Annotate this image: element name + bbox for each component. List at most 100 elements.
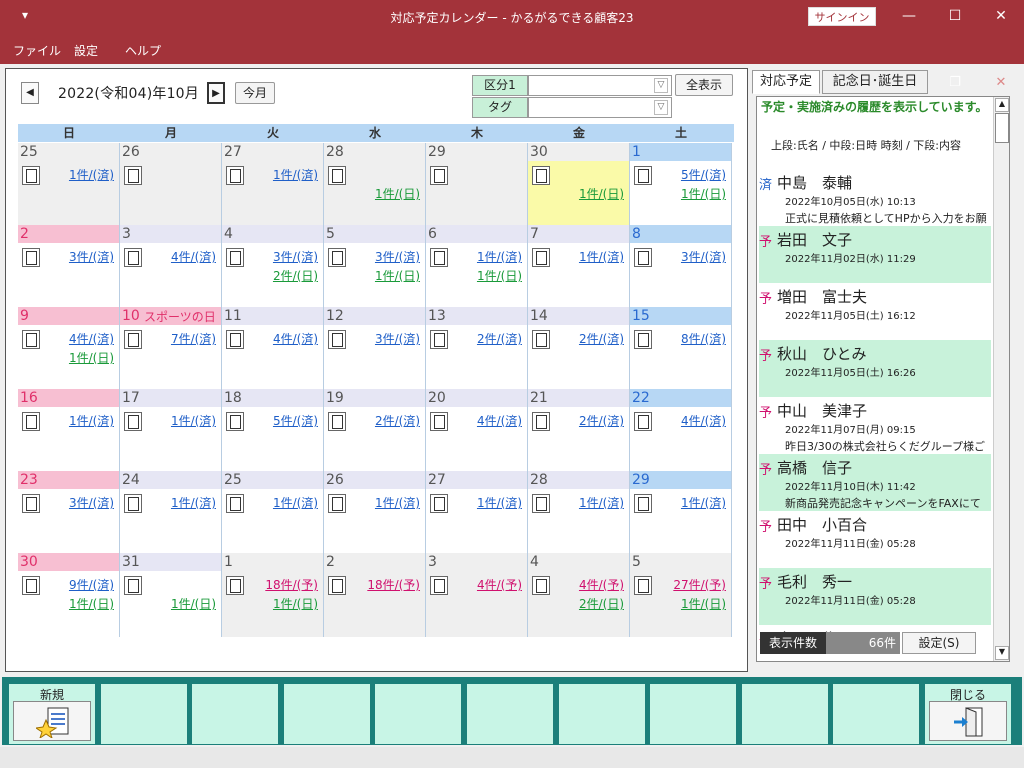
function-key-10[interactable] <box>833 684 920 744</box>
count-link[interactable]: 1件/(済) <box>477 248 522 265</box>
list-item[interactable]: 予田中 小百合 2022年11月11日(金) 05:28 <box>759 511 991 568</box>
list-item[interactable]: 予中山 美津子 2022年11月07日(月) 09:15 昨日3/30の株式会社らく… <box>759 397 991 454</box>
list-item[interactable]: 予秋山 ひとみ 2022年11月05日(土) 16:26 <box>759 340 991 397</box>
new-entry-icon[interactable] <box>124 494 142 513</box>
count-link[interactable]: 3件/(済) <box>273 248 318 265</box>
count-link[interactable]: 2件/(済) <box>375 412 420 429</box>
count-link[interactable]: 7件/(済) <box>171 330 216 347</box>
calendar-cell[interactable]: 29 1件/(済) <box>630 471 732 553</box>
anniversary-link[interactable]: 2件/(日) <box>579 595 624 612</box>
count-link[interactable]: 2件/(済) <box>579 330 624 347</box>
count-link[interactable]: 4件/(済) <box>681 412 726 429</box>
close-button[interactable]: 閉じる <box>925 684 1011 744</box>
count-link[interactable]: 1件/(済) <box>273 166 318 183</box>
count-link[interactable]: 4件/(予) <box>579 576 624 593</box>
new-entry-icon[interactable] <box>430 330 448 349</box>
calendar-cell[interactable]: 30 9件/(済) 1件/(日) <box>18 553 120 637</box>
list-item[interactable]: 予毛利 秀一 2022年11月11日(金) 05:28 <box>759 568 991 625</box>
signin-button[interactable]: サインイン <box>808 7 876 26</box>
function-key-2[interactable] <box>100 684 187 744</box>
tag-select[interactable]: ▽ <box>528 97 672 118</box>
new-entry-icon[interactable] <box>430 576 448 595</box>
function-key-6[interactable] <box>467 684 553 744</box>
new-entry-icon[interactable] <box>124 330 142 349</box>
calendar-cell[interactable]: 7 1件/(済) <box>528 225 630 307</box>
new-entry-icon[interactable] <box>124 166 142 185</box>
count-link[interactable]: 3件/(済) <box>681 248 726 265</box>
calendar-cell[interactable]: 10 スポーツの日 7件/(済) <box>120 307 222 389</box>
calendar-cell[interactable]: 13 2件/(済) <box>426 307 528 389</box>
count-link[interactable]: 1件/(済) <box>681 494 726 511</box>
calendar-cell[interactable]: 6 1件/(済) 1件/(日) <box>426 225 528 307</box>
calendar-cell[interactable]: 21 2件/(済) <box>528 389 630 471</box>
calendar-cell[interactable]: 4 3件/(済) 2件/(日) <box>222 225 324 307</box>
maximize-button[interactable]: ☐ <box>932 0 978 34</box>
count-link[interactable]: 4件/(済) <box>69 330 114 347</box>
count-link[interactable]: 1件/(済) <box>579 248 624 265</box>
list-item[interactable]: 予増田 富士夫 2022年11月05日(土) 16:12 <box>759 283 991 340</box>
calendar-cell[interactable]: 28 1件/(日) <box>324 143 426 225</box>
count-link[interactable]: 4件/(予) <box>477 576 522 593</box>
count-link[interactable]: 18件/(予) <box>367 576 420 593</box>
new-entry-icon[interactable] <box>226 330 244 349</box>
minimize-button[interactable]: — <box>886 0 932 34</box>
calendar-cell[interactable]: 15 8件/(済) <box>630 307 732 389</box>
calendar-cell[interactable]: 30 1件/(日) <box>528 143 630 225</box>
calendar-cell[interactable]: 20 4件/(済) <box>426 389 528 471</box>
tab-anniversary[interactable]: 記念日･誕生日 <box>822 70 928 94</box>
new-entry-icon[interactable] <box>22 330 40 349</box>
scroll-up-button[interactable]: ▲ <box>995 98 1009 112</box>
count-link[interactable]: 3件/(済) <box>69 248 114 265</box>
new-entry-icon[interactable] <box>22 576 40 595</box>
anniversary-link[interactable]: 1件/(日) <box>69 595 114 612</box>
new-entry-icon[interactable] <box>634 412 652 431</box>
new-entry-icon[interactable] <box>430 248 448 267</box>
settings-button[interactable]: 設定(S) <box>902 632 976 654</box>
new-entry-icon[interactable] <box>226 248 244 267</box>
count-link[interactable]: 4件/(済) <box>171 248 216 265</box>
count-link[interactable]: 2件/(済) <box>477 330 522 347</box>
anniversary-link[interactable]: 1件/(日) <box>681 595 726 612</box>
count-link[interactable]: 3件/(済) <box>375 248 420 265</box>
function-key-9[interactable] <box>741 684 828 744</box>
new-entry-icon[interactable] <box>532 248 550 267</box>
anniversary-link[interactable]: 1件/(日) <box>477 267 522 284</box>
count-link[interactable]: 1件/(済) <box>171 494 216 511</box>
menu-settings[interactable]: 設定 <box>74 42 98 59</box>
prev-month-button[interactable]: ◀ <box>21 82 39 104</box>
calendar-cell[interactable]: 16 1件/(済) <box>18 389 120 471</box>
calendar-cell[interactable]: 4 4件/(予) 2件/(日) <box>528 553 630 637</box>
function-key-8[interactable] <box>650 684 737 744</box>
new-entry-icon[interactable] <box>532 330 550 349</box>
count-link[interactable]: 1件/(済) <box>273 494 318 511</box>
calendar-cell[interactable]: 26 1件/(済) <box>324 471 426 553</box>
new-entry-icon[interactable] <box>328 330 346 349</box>
count-link[interactable]: 5件/(済) <box>681 166 726 183</box>
calendar-cell[interactable]: 28 1件/(済) <box>528 471 630 553</box>
new-entry-icon[interactable] <box>328 166 346 185</box>
count-link[interactable]: 1件/(済) <box>69 166 114 183</box>
new-entry-icon[interactable] <box>22 494 40 513</box>
list-item[interactable]: 済中島 泰輔 2022年10月05日(水) 10:13 正式に見積依頼としてHPから… <box>759 169 991 226</box>
new-entry-icon[interactable] <box>226 166 244 185</box>
calendar-cell[interactable]: 9 4件/(済) 1件/(日) <box>18 307 120 389</box>
calendar-cell[interactable]: 11 4件/(済) <box>222 307 324 389</box>
new-button[interactable]: 新規 <box>9 684 95 744</box>
calendar-cell[interactable]: 5 3件/(済) 1件/(日) <box>324 225 426 307</box>
new-entry-icon[interactable] <box>226 576 244 595</box>
anniversary-link[interactable]: 1件/(日) <box>681 185 726 202</box>
calendar-cell[interactable]: 27 1件/(済) <box>222 143 324 225</box>
new-entry-icon[interactable] <box>124 248 142 267</box>
new-entry-icon[interactable] <box>430 166 448 185</box>
count-link[interactable]: 1件/(済) <box>69 412 114 429</box>
count-link[interactable]: 1件/(済) <box>477 494 522 511</box>
new-entry-icon[interactable] <box>634 166 652 185</box>
anniversary-link[interactable]: 1件/(日) <box>375 185 420 202</box>
calendar-cell[interactable]: 27 1件/(済) <box>426 471 528 553</box>
calendar-cell[interactable]: 31 1件/(日) <box>120 553 222 637</box>
count-link[interactable]: 3件/(済) <box>69 494 114 511</box>
calendar-cell[interactable]: 1 18件/(予) 1件/(日) <box>222 553 324 637</box>
menu-help[interactable]: ヘルプ <box>125 42 161 59</box>
calendar-cell[interactable]: 8 3件/(済) <box>630 225 732 307</box>
count-link[interactable]: 1件/(済) <box>579 494 624 511</box>
